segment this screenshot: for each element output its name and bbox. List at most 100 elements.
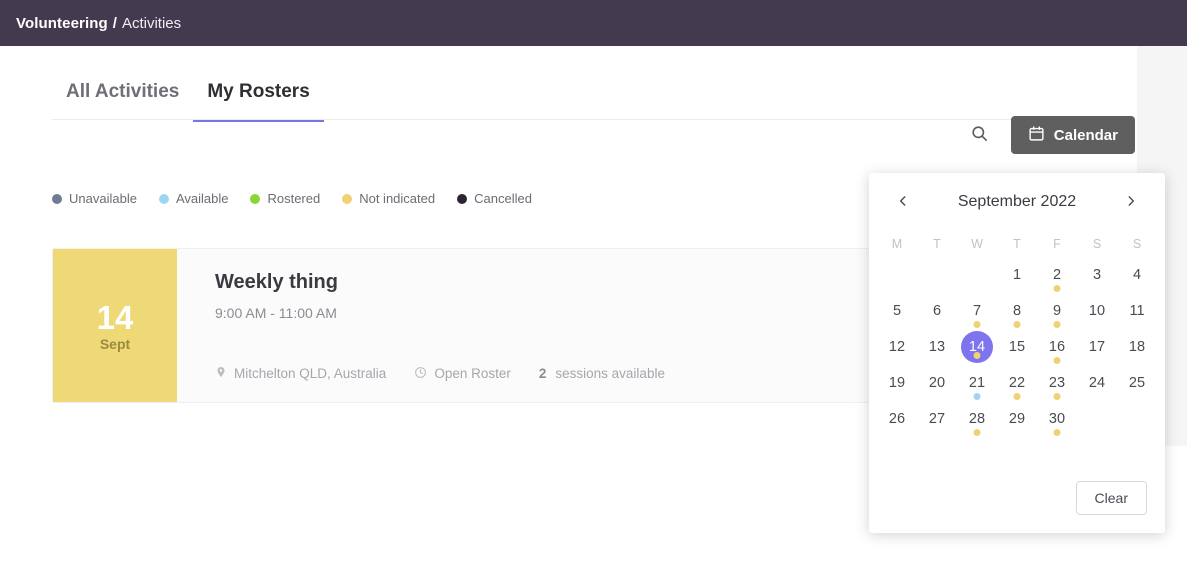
- calendar-day-16[interactable]: 16: [1037, 329, 1077, 365]
- calendar-day-17[interactable]: 17: [1077, 329, 1117, 365]
- calendar-day-12[interactable]: 12: [877, 329, 917, 365]
- chevron-right-icon: [1124, 194, 1138, 211]
- calendar-day-19[interactable]: 19: [877, 365, 917, 401]
- legend-item-rostered: Rostered: [250, 191, 320, 206]
- calendar-day-number: 23: [1048, 374, 1066, 391]
- activity-roster-label: Open Roster: [434, 366, 511, 381]
- calendar-day-marker: [973, 429, 981, 436]
- calendar-footer: Clear: [1075, 481, 1147, 515]
- calendar-day-26[interactable]: 26: [877, 401, 917, 437]
- calendar-day-2[interactable]: 2: [1037, 257, 1077, 293]
- calendar-day-21[interactable]: 21: [957, 365, 997, 401]
- legend-label-not-indicated: Not indicated: [359, 191, 436, 206]
- calendar-day-7[interactable]: 7: [957, 293, 997, 329]
- tabs-divider: [52, 119, 1085, 120]
- legend-label-rostered: Rostered: [267, 191, 321, 206]
- calendar-day-number: 12: [888, 338, 906, 355]
- calendar-day-1[interactable]: 1: [997, 257, 1037, 293]
- calendar-month-label: September 2022: [957, 193, 1077, 210]
- calendar-day-number: 26: [888, 410, 906, 427]
- calendar-weekday-0: M: [891, 237, 903, 251]
- calendar-day-number: 22: [1008, 374, 1026, 391]
- calendar-blank-cell: [877, 257, 917, 293]
- calendar-day-5[interactable]: 5: [877, 293, 917, 329]
- calendar-day-marker: [1053, 285, 1061, 292]
- calendar-icon: [1028, 125, 1045, 146]
- calendar-day-number: 24: [1088, 374, 1106, 391]
- calendar-prev-month-button[interactable]: [891, 190, 915, 214]
- calendar-day-20[interactable]: 20: [917, 365, 957, 401]
- breadcrumb-separator: /: [112, 14, 117, 32]
- calendar-day-23[interactable]: 23: [1037, 365, 1077, 401]
- calendar-weekday-2: W: [971, 237, 983, 251]
- calendar-day-11[interactable]: 11: [1117, 293, 1157, 329]
- calendar-day-25[interactable]: 25: [1117, 365, 1157, 401]
- calendar-day-3[interactable]: 3: [1077, 257, 1117, 293]
- calendar-day-number: 25: [1128, 374, 1146, 391]
- calendar-blank-cell: [957, 257, 997, 293]
- calendar-popup: September 2022 MTWTFSS 1 2 3 4 5 6 7 8 9 10 11 12 13…: [869, 173, 1165, 533]
- calendar-day-24[interactable]: 24: [1077, 365, 1117, 401]
- calendar-day-8[interactable]: 8: [997, 293, 1037, 329]
- calendar-day-number: 4: [1132, 266, 1142, 283]
- search-button[interactable]: [967, 122, 993, 148]
- activity-sessions: 2 sessions available: [539, 366, 665, 381]
- map-pin-icon: [215, 365, 227, 382]
- breadcrumb-secondary[interactable]: Activities: [122, 15, 181, 32]
- calendar-day-number: 16: [1048, 338, 1066, 355]
- calendar-button-label: Calendar: [1053, 126, 1118, 144]
- app-header-bar: Volunteering / Activities: [0, 0, 1187, 46]
- tab-all-activities[interactable]: All Activities: [52, 81, 193, 122]
- legend-dot-cancelled: [457, 193, 468, 204]
- calendar-blank-cell: [917, 257, 957, 293]
- calendar-day-28[interactable]: 28: [957, 401, 997, 437]
- legend-item-not-indicated: Not indicated: [342, 191, 435, 206]
- activity-meta: Mitchelton QLD, Australia Open Roster 2 …: [215, 365, 665, 382]
- tabs-row: All Activities My Rosters: [0, 46, 1137, 122]
- activity-location-label: Mitchelton QLD, Australia: [234, 366, 387, 381]
- calendar-next-month-button[interactable]: [1119, 190, 1143, 214]
- activity-sessions-label: sessions available: [555, 366, 665, 381]
- calendar-day-number: 6: [932, 302, 942, 319]
- calendar-day-number: 2: [1052, 266, 1062, 283]
- legend-dot-available: [158, 193, 169, 204]
- chevron-left-icon: [896, 194, 910, 211]
- calendar-day-22[interactable]: 22: [997, 365, 1037, 401]
- calendar-day-9[interactable]: 9: [1037, 293, 1077, 329]
- calendar-day-number: 1: [1012, 266, 1022, 283]
- calendar-day-27[interactable]: 27: [917, 401, 957, 437]
- breadcrumb-primary[interactable]: Volunteering: [16, 15, 108, 32]
- calendar-day-30[interactable]: 30: [1037, 401, 1077, 437]
- activity-sessions-count: 2: [538, 366, 547, 381]
- calendar-weekday-5: S: [1092, 237, 1102, 251]
- calendar-day-number: 9: [1052, 302, 1062, 319]
- calendar-day-15[interactable]: 15: [997, 329, 1037, 365]
- calendar-day-4[interactable]: 4: [1117, 257, 1157, 293]
- calendar-clear-button[interactable]: Clear: [1075, 481, 1147, 515]
- calendar-day-14[interactable]: 14: [957, 329, 997, 365]
- calendar-button[interactable]: Calendar: [1010, 116, 1135, 154]
- calendar-popup-header: September 2022: [869, 173, 1165, 231]
- calendar-day-number: 18: [1128, 338, 1146, 355]
- clock-icon: [414, 366, 427, 382]
- legend-dot-not-indicated: [342, 193, 353, 204]
- calendar-day-29[interactable]: 29: [997, 401, 1037, 437]
- calendar-day-number: 11: [1129, 302, 1145, 319]
- calendar-day-marker: [973, 393, 981, 400]
- activity-date-month: Sept: [99, 335, 131, 352]
- calendar-day-18[interactable]: 18: [1117, 329, 1157, 365]
- calendar-day-marker: [973, 352, 981, 359]
- calendar-day-number: 30: [1048, 410, 1066, 427]
- calendar-day-number: 21: [968, 374, 986, 391]
- calendar-weekday-6: S: [1132, 237, 1142, 251]
- calendar-day-number: 10: [1088, 302, 1106, 319]
- legend-label-available: Available: [175, 191, 229, 206]
- tab-my-rosters[interactable]: My Rosters: [193, 81, 324, 122]
- calendar-day-number: 17: [1088, 338, 1106, 355]
- calendar-day-13[interactable]: 13: [917, 329, 957, 365]
- legend-item-cancelled: Cancelled: [457, 191, 532, 206]
- calendar-day-10[interactable]: 10: [1077, 293, 1117, 329]
- tabs: All Activities My Rosters: [52, 46, 324, 122]
- calendar-day-number: 13: [928, 338, 946, 355]
- calendar-day-6[interactable]: 6: [917, 293, 957, 329]
